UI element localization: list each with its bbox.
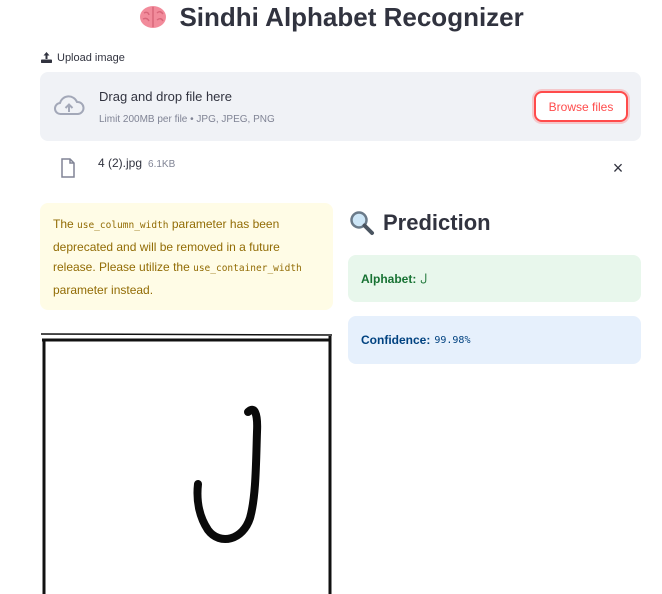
brain-icon bbox=[140, 6, 167, 28]
file-name: 4 (2).jpg 6.1KB bbox=[98, 156, 175, 170]
handwritten-letter-image bbox=[40, 322, 333, 594]
warning-text-3: parameter instead. bbox=[53, 282, 154, 297]
file-icon bbox=[61, 158, 75, 178]
deprecation-warning: The use_column_width parameter has been … bbox=[40, 203, 333, 310]
prediction-heading: Prediction bbox=[349, 210, 491, 236]
magnifier-icon bbox=[350, 211, 374, 235]
uploaded-image bbox=[40, 322, 333, 594]
file-name-text: 4 (2).jpg bbox=[98, 156, 143, 170]
alphabet-result: Alphabet: ل bbox=[348, 255, 641, 302]
alphabet-label: Alphabet: bbox=[361, 271, 417, 286]
confidence-result: Confidence: 99.98% bbox=[348, 316, 641, 364]
file-size: 6.1KB bbox=[148, 159, 176, 170]
cloud-upload-icon bbox=[54, 95, 85, 115]
prediction-heading-text: Prediction bbox=[383, 210, 491, 235]
file-dropzone[interactable]: Drag and drop file here Limit 200MB per … bbox=[40, 72, 641, 141]
uploaded-file-row: 4 (2).jpg 6.1KB × bbox=[40, 150, 641, 190]
browse-files-button[interactable]: Browse files bbox=[534, 91, 628, 122]
upload-tray-icon bbox=[41, 52, 52, 63]
dropzone-instructions: Drag and drop file here bbox=[99, 89, 232, 104]
warning-text-1: The bbox=[53, 217, 78, 231]
remove-file-close-icon[interactable]: × bbox=[610, 159, 626, 177]
confidence-value: 99.98% bbox=[434, 334, 471, 346]
page-title-text: Sindhi Alphabet Recognizer bbox=[179, 2, 524, 32]
alphabet-value: ل bbox=[420, 272, 427, 285]
dropzone-limit-text: Limit 200MB per file • JPG, JPEG, PNG bbox=[99, 114, 275, 125]
page-title: Sindhi Alphabet Recognizer bbox=[0, 0, 662, 34]
confidence-label: Confidence: bbox=[361, 333, 431, 347]
warning-code-2: use_container_width bbox=[193, 263, 302, 274]
upload-label-text: Upload image bbox=[57, 51, 125, 64]
upload-label: Upload image bbox=[40, 51, 125, 64]
warning-code-1: use_column_width bbox=[77, 220, 169, 231]
